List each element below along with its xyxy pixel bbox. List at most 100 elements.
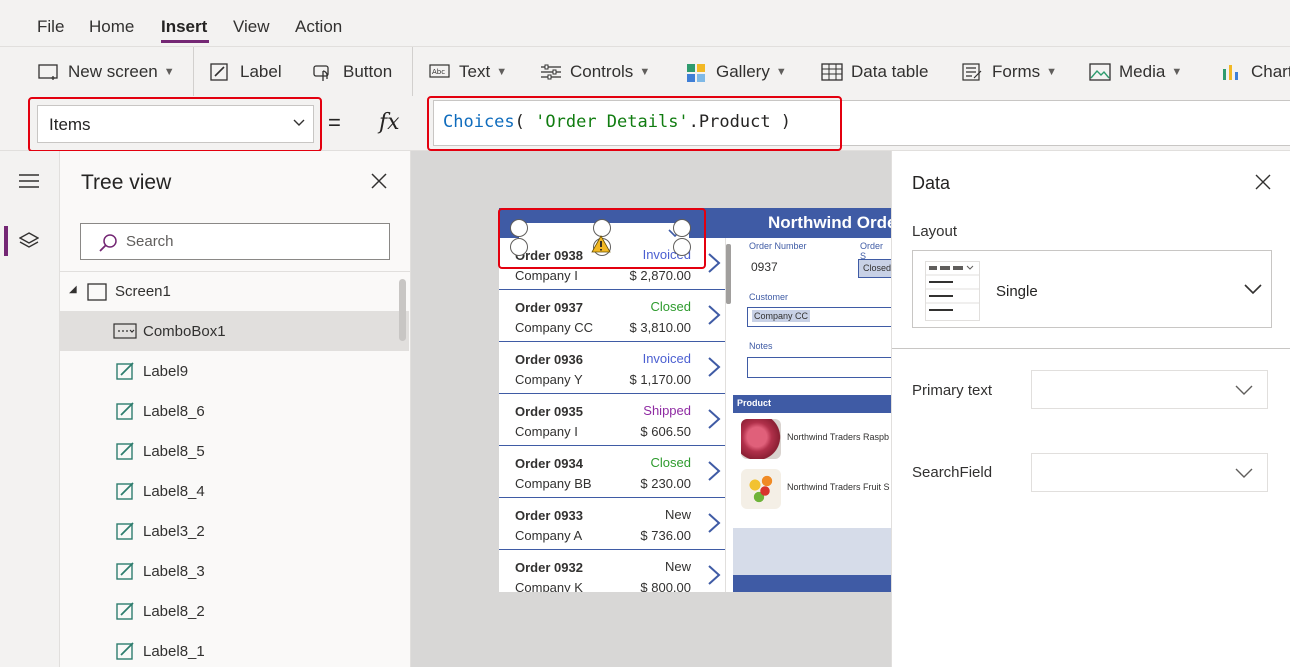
order-list-item[interactable]: Order 0933 Company A New $ 736.00	[499, 498, 725, 550]
product-header: Product	[733, 395, 891, 413]
charts-bar-icon	[1221, 63, 1241, 81]
tree-view-title: Tree view	[81, 171, 172, 194]
button-button[interactable]: Button	[313, 47, 392, 97]
order-list-item[interactable]: Order 0932 Company K New $ 800.00	[499, 550, 725, 592]
product-name: Northwind Traders Fruit S	[787, 482, 890, 492]
tree-item-label8-1[interactable]: Label8_1	[60, 631, 409, 671]
detail-footer-bar	[733, 575, 891, 592]
label-button[interactable]: Label	[210, 47, 282, 97]
tree-item-label8-4[interactable]: Label8_4	[60, 471, 409, 511]
data-table-icon	[821, 63, 843, 81]
new-screen-button[interactable]: New screen ▼	[38, 47, 175, 97]
tree-item-label: Screen1	[115, 283, 171, 300]
order-list-item[interactable]: Order 0936 Company Y Invoiced $ 1,170.00	[499, 342, 725, 394]
order-amount: $ 606.50	[640, 424, 691, 439]
chevron-right-icon[interactable]	[707, 252, 721, 274]
svg-text:Abc: Abc	[432, 68, 445, 76]
menu-insert[interactable]: Insert	[161, 17, 207, 37]
primary-text-dropdown[interactable]	[1031, 370, 1268, 409]
menu-home[interactable]: Home	[89, 17, 134, 37]
tree-search-input[interactable]: Search	[80, 223, 390, 260]
tree-item-screen1[interactable]: ◢ Screen1	[60, 271, 409, 311]
forms-icon	[962, 63, 982, 81]
menu-view[interactable]: View	[233, 17, 270, 37]
order-list-item[interactable]: Order 0937 Company CC Closed $ 3,810.00	[499, 290, 725, 342]
notes-input[interactable]	[747, 357, 891, 378]
highlight-box-property	[28, 97, 322, 152]
chevron-down-icon	[1235, 385, 1253, 395]
collapse-caret-icon[interactable]: ◢	[69, 284, 77, 295]
chevron-right-icon[interactable]	[707, 304, 721, 326]
order-number: Order 0935	[515, 404, 583, 419]
gallery-button[interactable]: Gallery ▼	[686, 47, 787, 97]
search-field-label: SearchField	[912, 464, 993, 481]
order-company: Company Y	[515, 372, 583, 387]
product-name: Northwind Traders Raspb	[787, 432, 890, 442]
customer-combobox[interactable]: Company CC	[747, 307, 891, 327]
fx-button[interactable]: fx ▼	[361, 105, 773, 143]
menu-action[interactable]: Action	[295, 17, 342, 37]
label-edit-icon	[210, 63, 230, 81]
chevron-down-icon: ▼	[775, 66, 787, 78]
tree-item-combobox1[interactable]: ComboBox1	[60, 311, 409, 351]
tree-item-label: Label8_1	[143, 643, 205, 660]
tree-item-label8-5[interactable]: Label8_5	[60, 431, 409, 471]
label-edit-icon	[116, 402, 134, 420]
layout-dropdown[interactable]: Single	[912, 250, 1272, 328]
order-amount: $ 230.00	[640, 476, 691, 491]
chevron-right-icon[interactable]	[707, 512, 721, 534]
chevron-right-icon[interactable]	[707, 460, 721, 482]
controls-sliders-icon	[540, 63, 561, 81]
tree-item-label8-3[interactable]: Label8_3	[60, 551, 409, 591]
product-image	[741, 469, 781, 509]
customer-value: Company CC	[752, 310, 811, 322]
chevron-right-icon[interactable]	[707, 356, 721, 378]
label-edit-icon	[116, 562, 134, 580]
tree-item-label: Label8_4	[143, 483, 205, 500]
order-status-dropdown[interactable]: Closed	[858, 259, 891, 278]
order-status: Shipped	[643, 403, 691, 418]
tree-scrollbar[interactable]	[399, 279, 406, 341]
close-icon[interactable]	[1254, 173, 1272, 191]
left-rail	[0, 151, 60, 667]
search-field-dropdown[interactable]	[1031, 453, 1268, 492]
hamburger-menu-icon[interactable]	[19, 174, 39, 188]
chevron-right-icon[interactable]	[707, 564, 721, 586]
tree-item-label8-2[interactable]: Label8_2	[60, 591, 409, 631]
layers-icon[interactable]	[19, 232, 39, 250]
order-status: New	[664, 507, 691, 522]
media-button[interactable]: Media ▼	[1089, 47, 1182, 97]
chevron-down-icon: ▼	[1046, 66, 1058, 78]
order-list-item[interactable]: Order 0935 Company I Shipped $ 606.50	[499, 394, 725, 446]
tree-item-label: ComboBox1	[143, 323, 226, 340]
controls-button[interactable]: Controls ▼	[540, 47, 650, 97]
new-screen-label: New screen	[68, 62, 158, 81]
order-list-scroll-thumb[interactable]	[726, 244, 731, 304]
menu-bar: File Home Insert View Action	[0, 0, 1290, 46]
tree-item-label3-2[interactable]: Label3_2	[60, 511, 409, 551]
ribbon-divider	[193, 47, 194, 97]
layout-label: Layout	[912, 223, 958, 240]
product-row[interactable]: Northwind Traders Raspb	[733, 415, 891, 463]
order-status-value: Closed	[863, 263, 891, 273]
data-table-button[interactable]: Data table	[821, 47, 929, 97]
tree-item-label9[interactable]: Label9	[60, 351, 409, 391]
text-button[interactable]: Abc Text ▼	[429, 47, 507, 97]
order-number: Order 0933	[515, 508, 583, 523]
order-number: Order 0937	[515, 300, 583, 315]
order-list-item[interactable]: Order 0934 Company BB Closed $ 230.00	[499, 446, 725, 498]
product-row[interactable]: Northwind Traders Fruit S	[733, 465, 891, 513]
chevron-right-icon[interactable]	[707, 408, 721, 430]
close-icon[interactable]	[369, 171, 389, 191]
forms-button[interactable]: Forms ▼	[962, 47, 1057, 97]
menu-file[interactable]: File	[37, 17, 64, 37]
tree-item-label: Label3_2	[143, 523, 205, 540]
order-status: Invoiced	[642, 351, 691, 366]
order-company: Company A	[515, 528, 583, 543]
tree-item-label8-6[interactable]: Label8_6	[60, 391, 409, 431]
highlight-box-combobox	[498, 208, 706, 269]
charts-button[interactable]: Charts	[1221, 47, 1290, 97]
tree-view-panel: Tree view Search ◢ Screen1 ComboBox1 Lab…	[60, 151, 411, 667]
order-status: Closed	[650, 455, 691, 470]
customer-label: Customer	[749, 292, 789, 302]
